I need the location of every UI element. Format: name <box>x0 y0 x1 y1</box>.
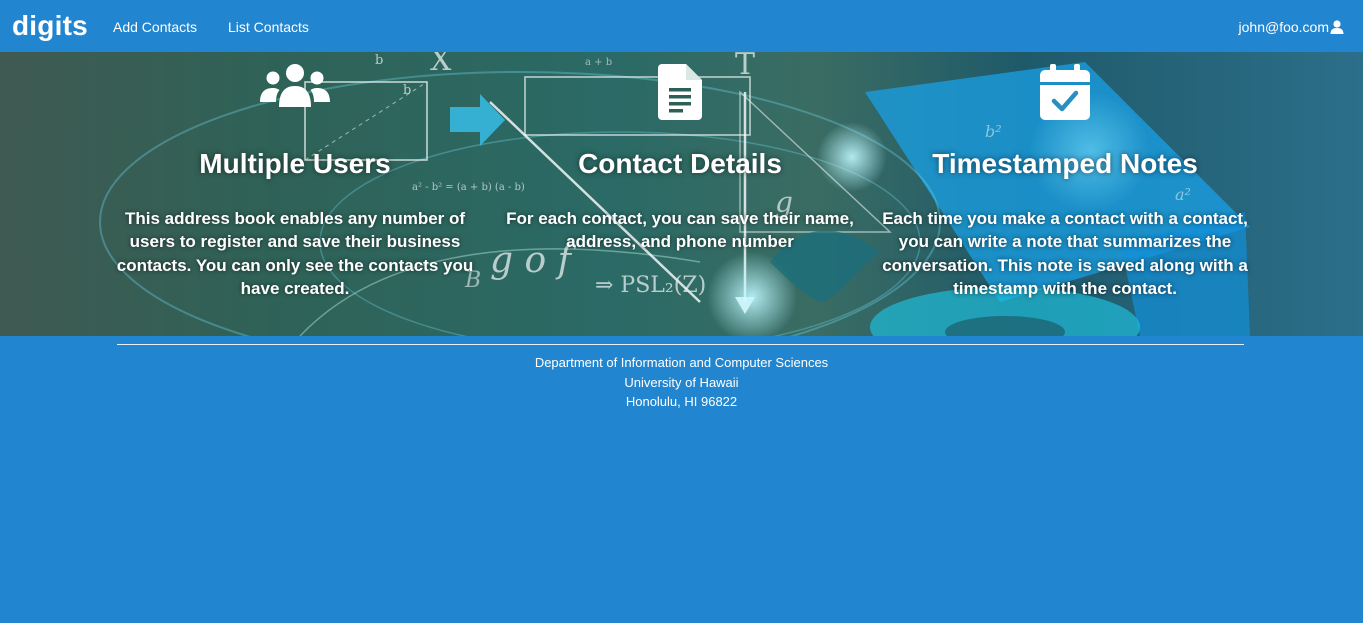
footer-address: Honolulu, HI 96822 <box>625 394 738 409</box>
brand-logo[interactable]: digits <box>12 9 88 43</box>
svg-text:T: T <box>735 52 755 82</box>
footer-divider <box>117 344 1244 345</box>
footer-department: Department of Information and Computer S… <box>534 355 829 370</box>
svg-text:a²: a² <box>1175 185 1191 204</box>
feature-description: For each contact, you can save their nam… <box>506 209 854 252</box>
footer: Department of Information and Computer S… <box>0 353 1363 412</box>
nav-list-contacts[interactable]: List Contacts <box>228 18 309 36</box>
footer-university: University of Hawaii <box>624 374 739 390</box>
svg-text:b: b <box>375 53 383 68</box>
feature-title: Timestamped Notes <box>932 148 1198 179</box>
feature-title: Contact Details <box>578 148 782 179</box>
user-menu[interactable]: john@foo.com <box>1239 18 1344 36</box>
user-email: john@foo.com <box>1238 19 1329 35</box>
file-text-icon <box>658 64 702 125</box>
svg-text:⇒ PSL₂(Z): ⇒ PSL₂(Z) <box>595 273 706 298</box>
feature-description: This address book enables any number of … <box>116 209 474 298</box>
nav-add-contacts[interactable]: Add Contacts <box>113 18 197 36</box>
svg-text:b: b <box>403 83 411 98</box>
hero-banner: b b a + b a² - b² = (a + b) (a - b) g o … <box>0 52 1363 336</box>
top-navbar: digits Add Contacts List Contacts john@f… <box>0 0 1363 52</box>
svg-text:b²: b² <box>985 122 1002 141</box>
svg-text:a² - b² = (a + b) (a - b): a² - b² = (a + b) (a - b) <box>412 182 525 193</box>
calendar-check-icon <box>1040 64 1090 125</box>
feature-description: Each time you make a contact with a cont… <box>882 209 1248 298</box>
svg-text:a + b: a + b <box>585 57 612 68</box>
user-icon <box>1330 20 1344 34</box>
feature-title: Multiple Users <box>199 148 391 179</box>
users-icon <box>260 64 330 113</box>
svg-text:X: X <box>430 52 452 78</box>
